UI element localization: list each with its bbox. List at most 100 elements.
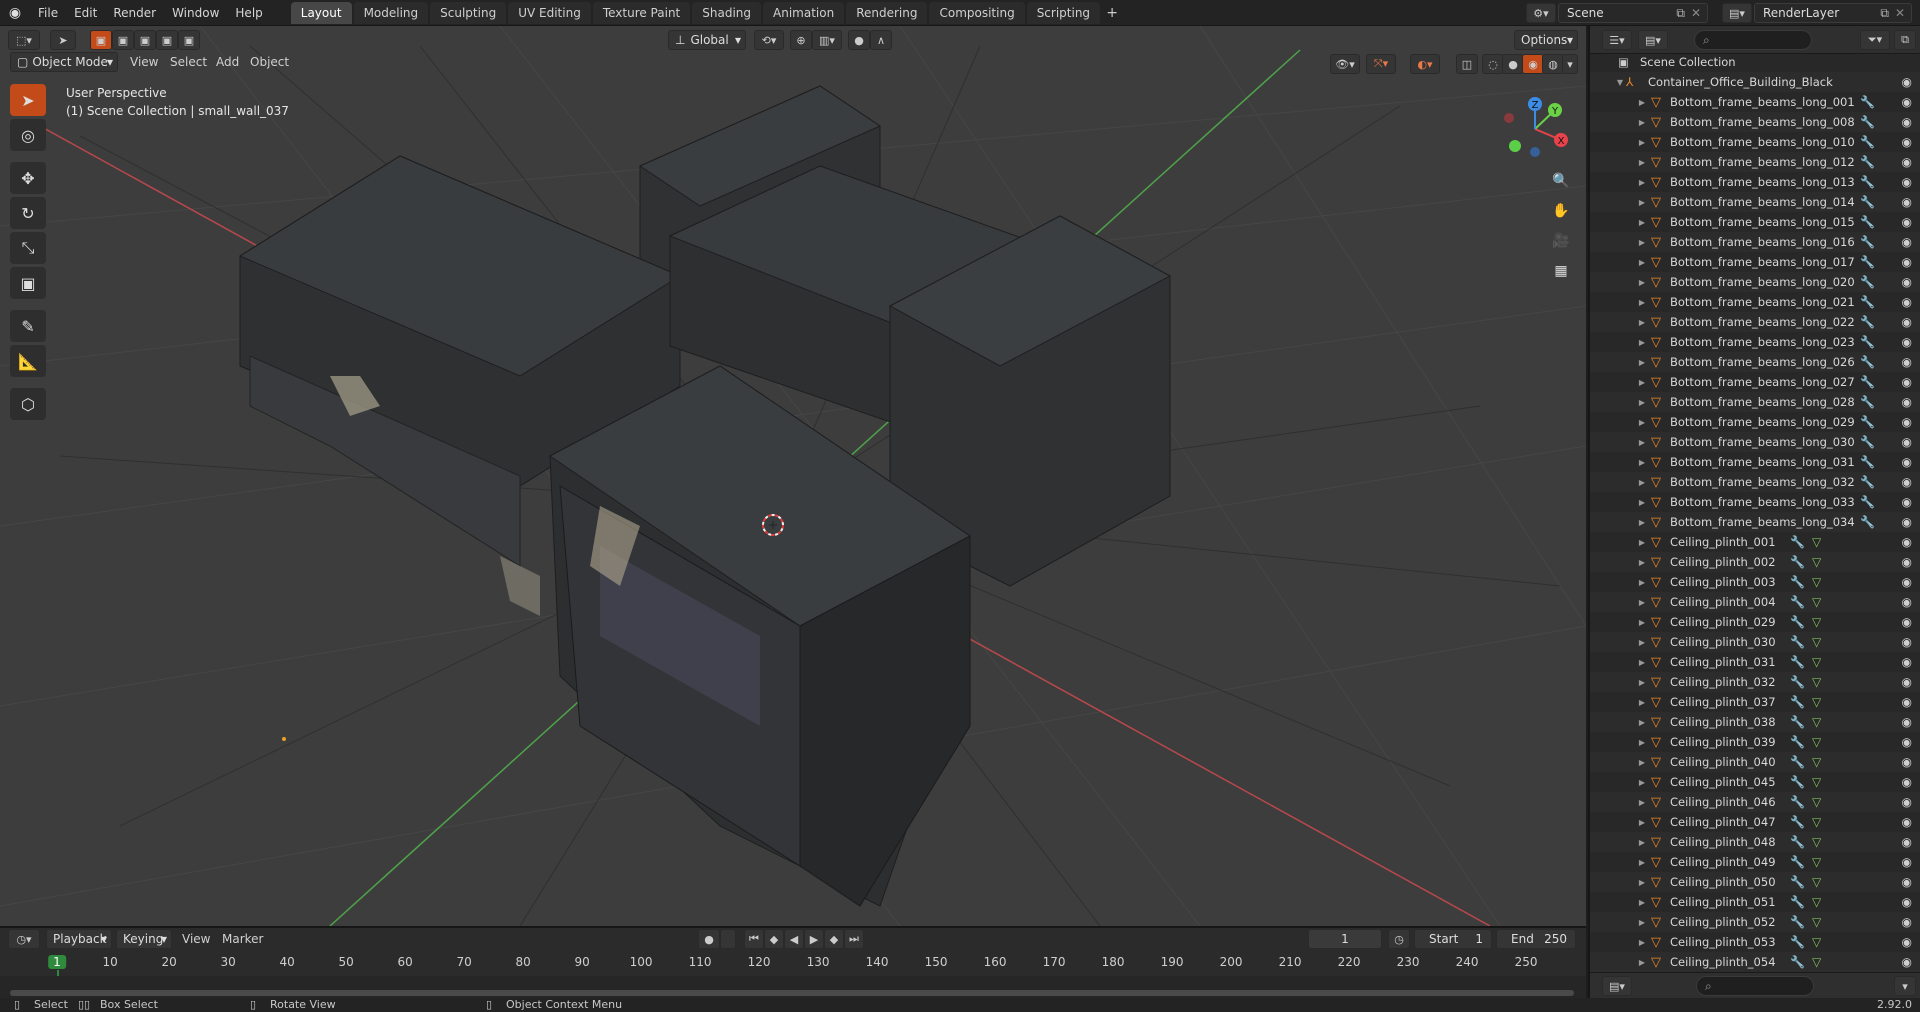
expand-triangle-icon[interactable]: ▶ [1636,318,1648,327]
modifier-wrench-icon[interactable]: 🔧 [1790,855,1805,869]
parent-object-row[interactable]: ▼ ⅄ Container_Office_Building_Black ◉ [1590,72,1920,92]
transform-tool-icon[interactable]: ▣ [10,267,46,299]
proportional-edit-icon[interactable]: ● [848,30,870,50]
menu-edit[interactable]: Edit [66,2,105,24]
outliner-object-row[interactable]: ▶ ▽ Ceiling_plinth_045 🔧 ▽ ◉ [1590,772,1920,792]
blender-logo-icon[interactable]: ◉ [0,0,30,26]
expand-triangle-icon[interactable]: ▶ [1636,178,1648,187]
mesh-data-icon[interactable]: ▽ [1812,815,1821,829]
mesh-data-icon[interactable]: ▽ [1812,615,1821,629]
modifier-wrench-icon[interactable]: 🔧 [1860,395,1875,409]
modifier-wrench-icon[interactable]: 🔧 [1790,775,1805,789]
outliner-object-row[interactable]: ▶ ▽ Bottom_frame_beams_long_020 🔧 ◉ [1590,272,1920,292]
expand-triangle-icon[interactable]: ▶ [1636,518,1648,527]
modifier-wrench-icon[interactable]: 🔧 [1860,415,1875,429]
eye-icon[interactable]: ◉ [1902,735,1912,749]
expand-triangle-icon[interactable]: ▶ [1636,278,1648,287]
outliner-object-row[interactable]: ▶ ▽ Bottom_frame_beams_long_021 🔧 ◉ [1590,292,1920,312]
tab-layout[interactable]: Layout [290,1,352,24]
outliner-object-row[interactable]: ▶ ▽ Bottom_frame_beams_long_022 🔧 ◉ [1590,312,1920,332]
properties-editor-type-icon[interactable]: ▤▾ [1602,976,1632,996]
outliner-object-row[interactable]: ▶ ▽ Bottom_frame_beams_long_012 🔧 ◉ [1590,152,1920,172]
snap-target-icon[interactable]: ▥▾ [812,30,842,50]
tab-uv-editing[interactable]: UV Editing [508,1,591,24]
expand-triangle-icon[interactable]: ▶ [1636,598,1648,607]
expand-triangle-icon[interactable]: ▶ [1636,698,1648,707]
scene-field[interactable]: Scene ⧉ ✕ [1558,3,1708,23]
eye-icon[interactable]: ◉ [1902,355,1912,369]
timeline-menu-marker[interactable]: Marker [222,929,263,949]
modifier-wrench-icon[interactable]: 🔧 [1790,675,1805,689]
outliner-object-row[interactable]: ▶ ▽ Bottom_frame_beams_long_023 🔧 ◉ [1590,332,1920,352]
prev-keyframe-icon[interactable]: ◆ [764,929,784,949]
eye-icon[interactable]: ◉ [1902,775,1912,789]
expand-triangle-icon[interactable]: ▶ [1636,558,1648,567]
expand-triangle-icon[interactable]: ▶ [1636,878,1648,887]
overlays-toggle-icon[interactable]: ◐▾ [1410,54,1440,74]
scene-browse-icon[interactable]: ⚙▾ [1526,3,1556,23]
scene-collection-row[interactable]: ▣ Scene Collection [1590,52,1920,72]
outliner-object-row[interactable]: ▶ ▽ Ceiling_plinth_046 🔧 ▽ ◉ [1590,792,1920,812]
outliner-object-row[interactable]: ▶ ▽ Ceiling_plinth_002 🔧 ▽ ◉ [1590,552,1920,572]
mesh-data-icon[interactable]: ▽ [1812,575,1821,589]
eye-icon[interactable]: ◉ [1902,195,1912,209]
next-keyframe-icon[interactable]: ◆ [824,929,844,949]
modifier-wrench-icon[interactable]: 🔧 [1790,915,1805,929]
outliner-object-row[interactable]: ▶ ▽ Bottom_frame_beams_long_013 🔧 ◉ [1590,172,1920,192]
outliner-object-row[interactable]: ▶ ▽ Ceiling_plinth_032 🔧 ▽ ◉ [1590,672,1920,692]
expand-triangle-icon[interactable]: ▶ [1636,798,1648,807]
expand-triangle-icon[interactable]: ▶ [1636,218,1648,227]
outliner-object-row[interactable]: ▶ ▽ Bottom_frame_beams_long_028 🔧 ◉ [1590,392,1920,412]
eye-icon[interactable]: ◉ [1902,415,1912,429]
timeline-track[interactable] [0,976,1586,1000]
outliner-object-row[interactable]: ▶ ▽ Ceiling_plinth_049 🔧 ▽ ◉ [1590,852,1920,872]
outliner-object-row[interactable]: ▶ ▽ Ceiling_plinth_004 🔧 ▽ ◉ [1590,592,1920,612]
outliner-object-row[interactable]: ▶ ▽ Bottom_frame_beams_long_001 🔧 ◉ [1590,92,1920,112]
expand-triangle-icon[interactable]: ▶ [1636,858,1648,867]
outliner-object-row[interactable]: ▶ ▽ Bottom_frame_beams_long_014 🔧 ◉ [1590,192,1920,212]
expand-triangle-icon[interactable]: ▼ [1614,78,1626,87]
eye-icon[interactable]: ◉ [1902,275,1912,289]
mesh-data-icon[interactable]: ▽ [1812,755,1821,769]
outliner-object-row[interactable]: ▶ ▽ Bottom_frame_beams_long_030 🔧 ◉ [1590,432,1920,452]
expand-triangle-icon[interactable]: ▶ [1636,118,1648,127]
eye-icon[interactable]: ◉ [1902,715,1912,729]
menu-view[interactable]: View [130,52,158,72]
modifier-wrench-icon[interactable]: 🔧 [1860,295,1875,309]
outliner-object-row[interactable]: ▶ ▽ Ceiling_plinth_038 🔧 ▽ ◉ [1590,712,1920,732]
eye-icon[interactable]: ◉ [1902,95,1912,109]
outliner-object-row[interactable]: ▶ ▽ Ceiling_plinth_050 🔧 ▽ ◉ [1590,872,1920,892]
eye-icon[interactable]: ◉ [1902,455,1912,469]
modifier-wrench-icon[interactable]: 🔧 [1860,355,1875,369]
eye-icon[interactable]: ◉ [1902,635,1912,649]
modifier-wrench-icon[interactable]: 🔧 [1860,155,1875,169]
outliner-object-row[interactable]: ▶ ▽ Ceiling_plinth_040 🔧 ▽ ◉ [1590,752,1920,772]
modifier-wrench-icon[interactable]: 🔧 [1860,195,1875,209]
expand-triangle-icon[interactable]: ▶ [1636,818,1648,827]
modifier-wrench-icon[interactable]: 🔧 [1790,555,1805,569]
expand-triangle-icon[interactable]: ▶ [1636,358,1648,367]
preview-range-clock-icon[interactable]: ◷ [1388,929,1410,949]
outliner-object-row[interactable]: ▶ ▽ Bottom_frame_beams_long_026 🔧 ◉ [1590,352,1920,372]
mesh-data-icon[interactable]: ▽ [1812,695,1821,709]
current-frame-field[interactable]: 1 [1308,929,1382,949]
add-cube-tool-icon[interactable]: ⬡ [10,388,46,420]
expand-triangle-icon[interactable]: ▶ [1636,458,1648,467]
outliner-object-row[interactable]: ▶ ▽ Ceiling_plinth_031 🔧 ▽ ◉ [1590,652,1920,672]
expand-triangle-icon[interactable]: ▶ [1636,678,1648,687]
eye-icon[interactable]: ◉ [1902,255,1912,269]
eye-icon[interactable]: ◉ [1902,155,1912,169]
zoom-icon[interactable]: 🔍 [1548,168,1574,194]
modifier-wrench-icon[interactable]: 🔧 [1860,435,1875,449]
mesh-data-icon[interactable]: ▽ [1812,835,1821,849]
outliner-object-row[interactable]: ▶ ▽ Bottom_frame_beams_long_015 🔧 ◉ [1590,212,1920,232]
eye-icon[interactable]: ◉ [1902,135,1912,149]
expand-triangle-icon[interactable]: ▶ [1636,778,1648,787]
outliner-object-row[interactable]: ▶ ▽ Bottom_frame_beams_long_017 🔧 ◉ [1590,252,1920,272]
expand-triangle-icon[interactable]: ▶ [1636,738,1648,747]
properties-options-icon[interactable]: ▾ [1894,976,1916,996]
outliner-object-row[interactable]: ▶ ▽ Ceiling_plinth_048 🔧 ▽ ◉ [1590,832,1920,852]
scale-tool-icon[interactable]: ⤡ [10,232,46,264]
expand-triangle-icon[interactable]: ▶ [1636,758,1648,767]
mesh-data-icon[interactable]: ▽ [1812,875,1821,889]
